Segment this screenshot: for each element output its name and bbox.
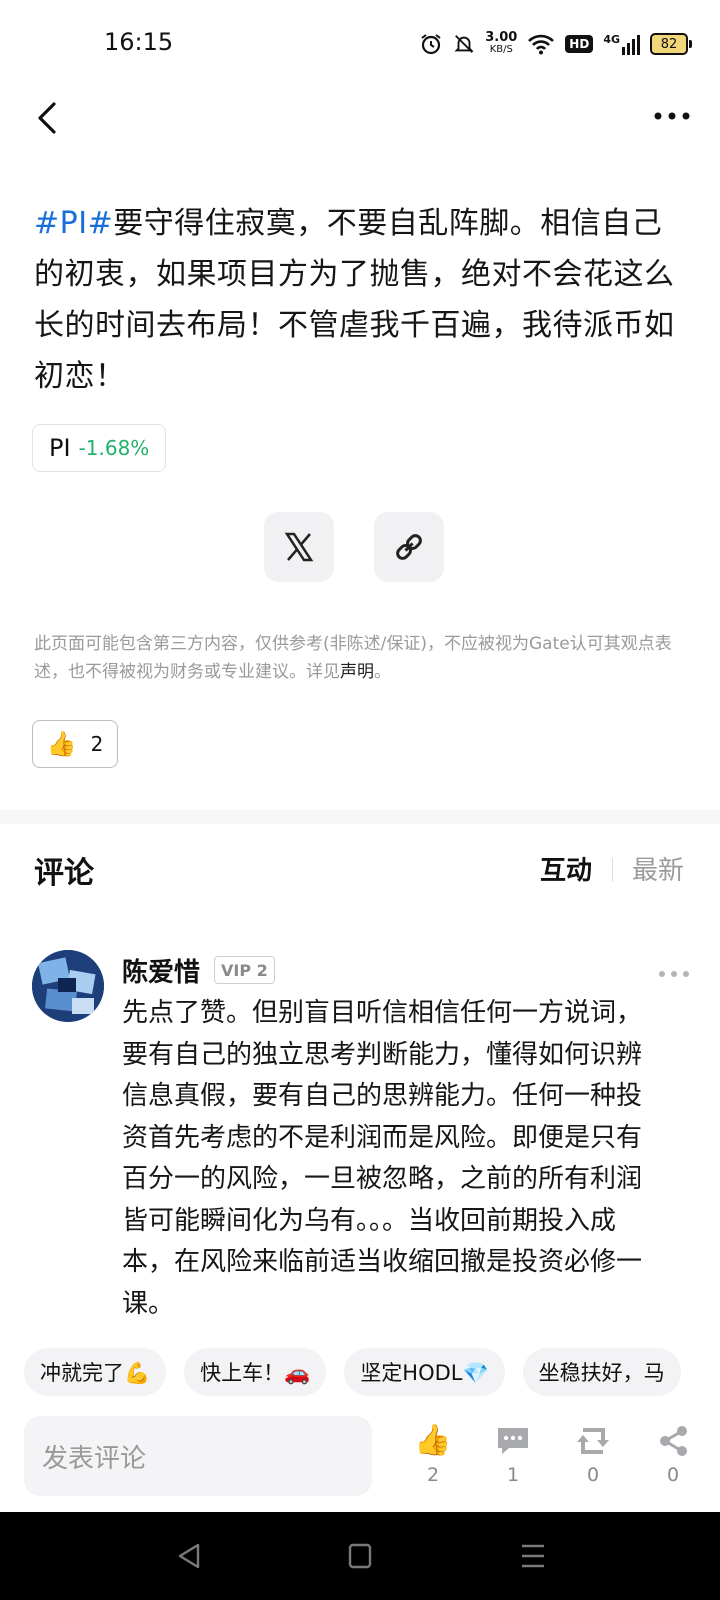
repost-count: 0 (586, 1464, 600, 1486)
battery-icon: 82 (650, 33, 692, 55)
post-like-button[interactable]: 👍 2 (32, 720, 118, 768)
net-speed: 3.00 KB/S (485, 30, 518, 55)
share-icon (660, 1426, 687, 1456)
sort-interaction-tab[interactable]: 互动 (540, 850, 592, 887)
repost-icon (577, 1428, 609, 1454)
system-home-button[interactable] (348, 1542, 372, 1574)
hd-badge: HD (565, 35, 594, 53)
vip-badge: VIP 2 (214, 956, 275, 984)
disclaimer-link[interactable]: 声明 (340, 662, 374, 682)
triangle-back-icon (178, 1543, 200, 1569)
comment-action[interactable]: 1 (488, 1424, 538, 1486)
like-count: 2 (426, 1464, 440, 1486)
cell-signal: 4G (603, 33, 640, 55)
thumbs-up-icon: 👍 (414, 1423, 452, 1458)
disclaimer: 此页面可能包含第三方内容，仅供参考(非陈述/保证)，不应被视为Gate认可其观点… (34, 634, 672, 682)
comment-username[interactable]: 陈爱惜 (122, 952, 200, 989)
quick-reply-chip[interactable]: 快上车！🚗 (184, 1348, 327, 1396)
mute-bell-icon (454, 35, 474, 53)
post-body: #PI#要守得住寂寞，不要自乱阵脚。相信自己的初衷，如果项目方为了抛售，绝对不会… (34, 198, 689, 402)
like-action[interactable]: 👍 2 (408, 1423, 458, 1487)
quick-reply-chip[interactable]: 坚定HODL💎 (344, 1348, 505, 1396)
ticker-name: PI (49, 434, 71, 462)
share-count: 0 (666, 1464, 680, 1486)
quick-reply-chip[interactable]: 冲就完了💪 (24, 1348, 167, 1396)
system-menu-button[interactable] (520, 1542, 546, 1574)
comments-title: 评论 (34, 856, 94, 891)
avatar[interactable] (32, 950, 104, 1022)
ticker-chip[interactable]: PI -1.68% (32, 424, 167, 472)
square-home-icon (348, 1543, 372, 1569)
status-icons: 3.00 KB/S HD 4G 82 (419, 28, 692, 60)
more-options-button[interactable] (652, 104, 692, 128)
system-back-button[interactable] (176, 1542, 202, 1574)
post-like-count: 2 (90, 732, 104, 756)
sort-latest-tab[interactable]: 最新 (632, 850, 684, 887)
thumbs-up-icon: 👍 (46, 730, 77, 758)
comment-count: 1 (506, 1464, 520, 1486)
avatar-image (32, 950, 104, 1022)
alarm-icon (421, 34, 441, 55)
section-divider (0, 810, 720, 824)
status-time: 16:15 (104, 28, 174, 56)
comment-input[interactable]: 发表评论 (24, 1416, 372, 1496)
comment-bubble-icon (498, 1428, 528, 1454)
link-icon (396, 534, 422, 560)
copy-link-button[interactable] (374, 512, 444, 582)
more-dots-icon (659, 971, 689, 977)
repost-action[interactable]: 0 (568, 1424, 618, 1486)
menu-lines-icon (522, 1544, 544, 1568)
post-text: 要守得住寂寞，不要自乱阵脚。相信自己的初衷，如果项目方为了抛售，绝对不会花这么长… (34, 206, 675, 394)
ticker-change: -1.68% (78, 436, 150, 460)
share-action[interactable]: 0 (648, 1424, 698, 1486)
quick-reply-row: 冲就完了💪 快上车！🚗 坚定HODL💎 坐稳扶好，马 (24, 1348, 720, 1398)
post-hashtag[interactable]: #PI# (34, 206, 113, 241)
comment-more-button[interactable] (658, 964, 690, 977)
share-x-button[interactable] (264, 512, 334, 582)
comment-text: 先点了赞。但别盲目听信相信任何一方说词，要有自己的独立思考判断能力，懂得如何识辨… (122, 998, 643, 1319)
x-logo-icon (284, 532, 314, 562)
back-button[interactable] (30, 96, 70, 140)
wifi-icon (528, 34, 555, 55)
quick-reply-chip[interactable]: 坐稳扶好，马 (522, 1348, 681, 1396)
more-dots-icon (654, 112, 690, 120)
sort-separator (612, 858, 613, 882)
chevron-left-icon (38, 102, 56, 134)
